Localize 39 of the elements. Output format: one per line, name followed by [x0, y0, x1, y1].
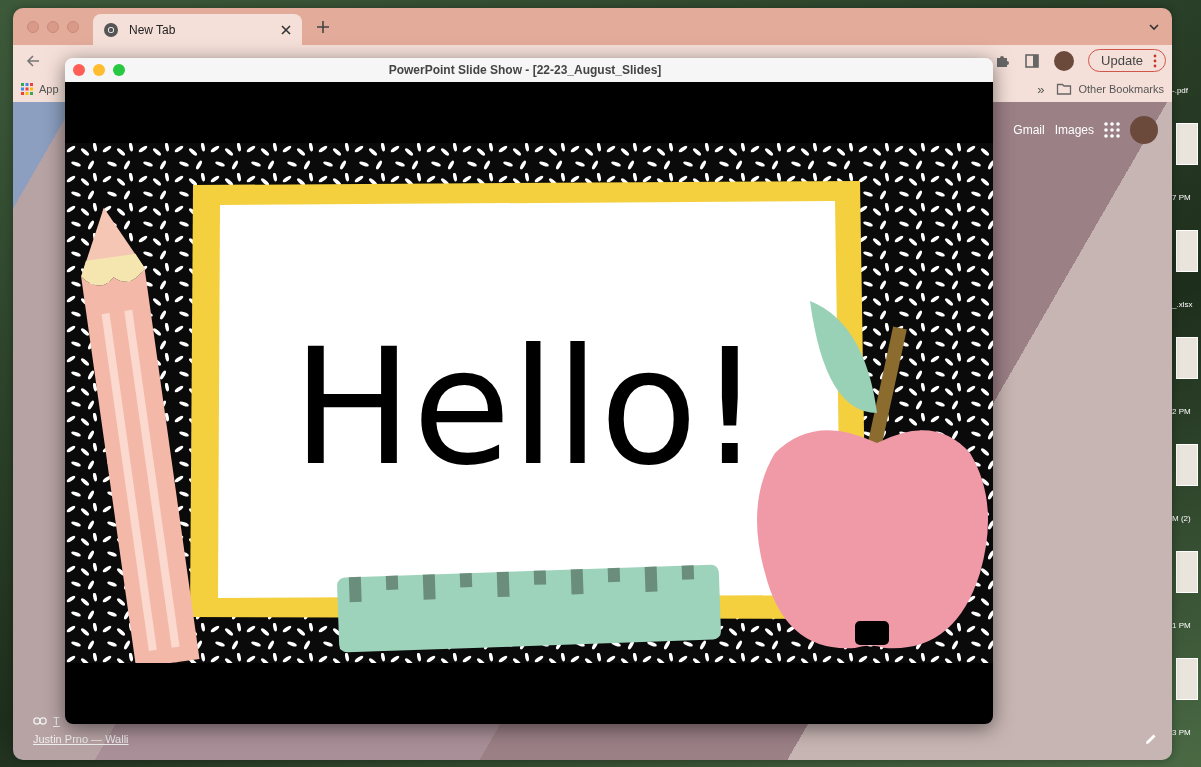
browser-logo-icon [103, 21, 119, 38]
apps-grid-icon [21, 83, 33, 95]
file-thumbnail[interactable] [1176, 551, 1198, 593]
avatar[interactable] [1130, 116, 1158, 144]
file-thumbnail[interactable] [1176, 658, 1198, 700]
file-label[interactable]: 3 PM [1172, 728, 1191, 737]
back-arrow-icon[interactable] [25, 52, 41, 69]
new-tab-icon[interactable] [316, 19, 330, 34]
file-thumbnail[interactable] [1176, 337, 1198, 379]
bookmarks-overflow[interactable]: » [1037, 81, 1045, 97]
window-control-icon[interactable] [67, 20, 79, 33]
file-label[interactable]: 7 PM [1172, 193, 1191, 202]
pencil-icon[interactable] [1144, 732, 1158, 746]
file-thumbnail[interactable] [1176, 230, 1198, 272]
folder-icon [1056, 81, 1073, 97]
close-icon[interactable] [280, 23, 292, 36]
file-thumbnail[interactable] [1176, 123, 1198, 165]
avatar[interactable] [1054, 50, 1075, 71]
minimize-icon[interactable] [93, 64, 105, 76]
slide-heading: Hello! [292, 314, 762, 501]
apps-bookmark[interactable]: App [21, 83, 59, 95]
file-label[interactable]: _.xlsx [1172, 300, 1193, 309]
apps-grid-icon[interactable] [1104, 122, 1120, 138]
browser-tab[interactable]: New Tab [93, 14, 302, 45]
header-link[interactable]: Gmail [1013, 123, 1045, 137]
file-label[interactable]: M (2) [1172, 514, 1191, 523]
file-label[interactable]: 1 PM [1172, 621, 1191, 630]
window-control-icon[interactable] [27, 20, 39, 33]
window-title: PowerPoint Slide Show - [22-23_August_Slides] [387, 63, 663, 77]
side-panel-icon[interactable] [1024, 52, 1041, 69]
header-link[interactable]: Images [1054, 123, 1094, 137]
window-control-icon[interactable] [47, 20, 59, 33]
kebab-menu-icon [1153, 53, 1157, 68]
file-thumbnail[interactable] [1176, 444, 1198, 486]
file-label[interactable]: -.pdf [1172, 86, 1188, 95]
link-icon [33, 714, 47, 728]
file-label[interactable]: 2 PM [1172, 407, 1191, 416]
zoom-icon[interactable] [113, 64, 125, 76]
bookmark-folder[interactable]: Other Bookmarks [1056, 81, 1164, 97]
